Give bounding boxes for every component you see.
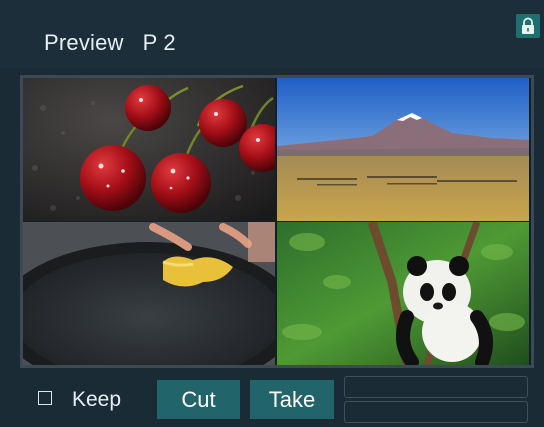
- preview-panel: Preview P 2 Keep Cut Take: [0, 0, 544, 427]
- panel-footer: Keep Cut Take: [0, 370, 544, 427]
- preview-cell-cherries[interactable]: [23, 78, 275, 221]
- lock-button[interactable]: [516, 14, 540, 38]
- pan-image: [23, 222, 275, 365]
- panel-header: Preview P 2: [0, 0, 544, 68]
- transition-field-2[interactable]: [344, 401, 528, 423]
- preview-cell-mountain[interactable]: [277, 78, 529, 221]
- transition-field-1[interactable]: [344, 376, 528, 398]
- panel-title: Preview P 2: [44, 30, 176, 55]
- preview-grid: [23, 78, 531, 365]
- cherries-image: [23, 78, 275, 221]
- mountain-image: [277, 78, 529, 221]
- preview-cell-pan[interactable]: [23, 222, 275, 365]
- cut-button[interactable]: Cut: [157, 380, 240, 419]
- keep-checkbox[interactable]: [38, 391, 52, 405]
- panda-image: [277, 222, 529, 365]
- take-button[interactable]: Take: [250, 380, 334, 419]
- lock-icon: [522, 17, 534, 34]
- keep-label: Keep: [72, 388, 122, 411]
- preview-cell-panda[interactable]: [277, 222, 529, 365]
- preview-viewport[interactable]: [20, 75, 534, 368]
